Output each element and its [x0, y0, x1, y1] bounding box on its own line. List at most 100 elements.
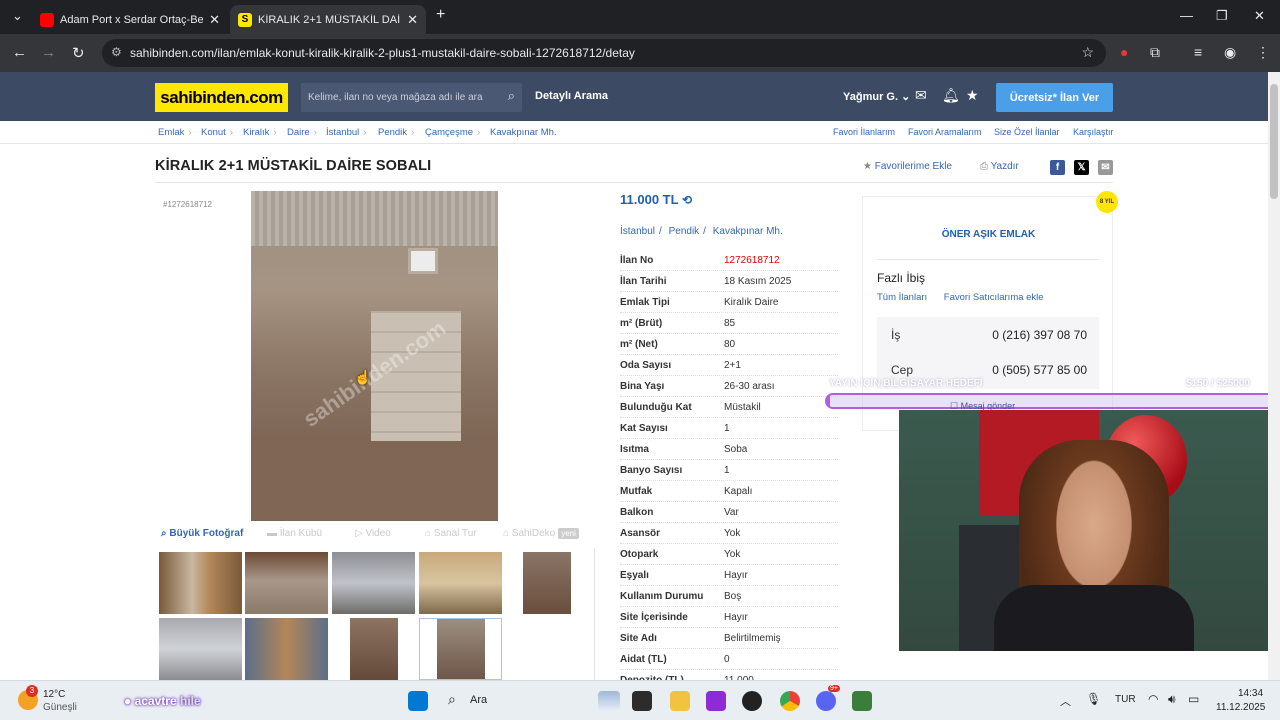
media-control-icon[interactable]: ≡	[1194, 44, 1202, 60]
big-photo-tab[interactable]: ⌕ Büyük Fotoğraf	[161, 528, 243, 539]
wifi-icon[interactable]: ◠	[1148, 692, 1158, 706]
site-info-icon[interactable]: ⚙	[111, 45, 122, 59]
favorites-star-icon[interactable]: ★	[966, 87, 979, 104]
chrome-icon[interactable]	[780, 691, 800, 711]
property-key: Site İçerisinde	[620, 612, 688, 623]
facebook-share-icon[interactable]: f	[1050, 160, 1065, 175]
user-menu[interactable]: Yağmur G. ⌄	[843, 90, 910, 103]
breadcrumb-item[interactable]: Pendik ›	[378, 127, 414, 138]
property-value: Yok	[724, 528, 741, 539]
property-row: m² (Net) 80	[620, 334, 838, 355]
compare-link[interactable]: Karşılaştır	[1073, 127, 1114, 137]
app-icon[interactable]	[852, 691, 872, 711]
reload-icon[interactable]: ↻	[72, 44, 85, 62]
tray-chevron-icon[interactable]: ︿	[1060, 693, 1071, 709]
tab-search-icon[interactable]: ⌄	[12, 8, 23, 24]
language-indicator[interactable]: TUR	[1115, 694, 1136, 705]
seller-name: Fazlı İbiş	[877, 271, 926, 285]
messages-icon[interactable]: ✉	[915, 87, 927, 104]
photo-thumbnail[interactable]	[245, 552, 328, 614]
clock-date[interactable]: 11.12.2025	[1216, 702, 1265, 713]
task-view-icon[interactable]	[632, 691, 652, 711]
all-listings-link[interactable]: Tüm İlanları	[877, 292, 927, 303]
breadcrumb-item[interactable]: İstanbul ›	[326, 127, 366, 138]
weather-temp[interactable]: 12°C	[43, 689, 65, 700]
volume-icon[interactable]: 🔊︎	[1168, 692, 1176, 707]
discord-icon[interactable]	[816, 691, 836, 711]
property-row: Bina Yaşı 26-30 arası	[620, 376, 838, 397]
photo-thumbnail-selected[interactable]	[419, 618, 502, 680]
extension-icon[interactable]: ●	[1120, 44, 1128, 60]
post-ad-button[interactable]: Ücretsiz* İlan Ver	[996, 83, 1113, 112]
page-scrollbar[interactable]	[1268, 72, 1280, 680]
x-share-icon[interactable]: 𝕏	[1074, 160, 1089, 175]
search-input[interactable]: Kelime, ilan no veya mağaza adı ile ara …	[301, 83, 522, 112]
printer-icon: ⎙	[980, 161, 988, 172]
price-history-icon[interactable]: ⟲	[682, 193, 692, 207]
bookmark-star-icon[interactable]: ☆	[1081, 44, 1094, 61]
search-icon[interactable]: ⌕	[508, 88, 515, 104]
new-tab-icon[interactable]: +	[436, 6, 445, 24]
property-row: İlan Tarihi 18 Kasım 2025	[620, 271, 838, 292]
seller-firm[interactable]: ÖNER AŞIK EMLAK	[863, 229, 1114, 240]
taskbar-search-label[interactable]: Ara	[470, 694, 487, 706]
print-button[interactable]: ⎙ Yazdır	[980, 161, 1019, 172]
breadcrumb-item[interactable]: Daire ›	[287, 127, 317, 138]
breadcrumb-item[interactable]: Çamçeşme ›	[425, 127, 480, 138]
url-field[interactable]: ⚙ sahibinden.com/ilan/emlak-konut-kirali…	[102, 39, 1106, 67]
photo-thumbnail[interactable]	[245, 618, 328, 680]
property-row: Site Adı Belirtilmemiş	[620, 628, 838, 649]
site-logo[interactable]: sahibinden.com	[155, 83, 288, 112]
email-share-icon[interactable]: ✉	[1098, 160, 1113, 175]
photo-thumbnail[interactable]	[350, 618, 398, 680]
favorite-seller-link[interactable]: Favori Satıcılarıma ekle	[944, 292, 1044, 303]
taskbar-search-icon[interactable]: ⌕	[448, 691, 456, 708]
photo-thumbnail[interactable]	[523, 552, 571, 614]
location-neighborhood[interactable]: Kavakpınar Mh.	[713, 226, 783, 237]
windows-start-icon[interactable]	[408, 691, 428, 711]
photo-thumbnail[interactable]	[159, 618, 242, 680]
seller-links: Tüm İlanları Favori Satıcılarıma ekle	[877, 292, 1058, 303]
weather-desc: Güneşli	[43, 702, 77, 713]
obs-icon[interactable]	[742, 691, 762, 711]
notifications-bell-icon[interactable]: 🔔︎	[942, 87, 960, 104]
file-explorer-icon[interactable]	[670, 691, 690, 711]
breadcrumb-item[interactable]: Kiralık ›	[243, 127, 277, 138]
breadcrumb-item[interactable]: Kavakpınar Mh.	[490, 127, 557, 138]
browser-tab-strip: ⌄ Adam Port x Serdar Ortaç-Benso ✕ S KİR…	[0, 0, 1280, 34]
widgets-icon[interactable]	[598, 691, 620, 711]
detailed-search-link[interactable]: Detaylı Arama	[535, 90, 608, 102]
close-tab-icon[interactable]: ✕	[407, 12, 418, 28]
extensions-puzzle-icon[interactable]: ⧉	[1150, 44, 1160, 61]
breadcrumb-item[interactable]: Emlak ›	[158, 127, 192, 138]
browser-menu-icon[interactable]: ⋮	[1256, 44, 1270, 61]
photo-thumbnail[interactable]	[159, 552, 242, 614]
property-value: Hayır	[724, 612, 748, 623]
tab-sahibinden[interactable]: S KİRALIK 2+1 MÜSTAKİL DAİRE SO ✕	[230, 5, 426, 34]
microphone-icon[interactable]: 🎙︎	[1086, 692, 1101, 706]
main-photo[interactable]: sahibinden.com	[251, 191, 498, 521]
app-icon[interactable]	[706, 691, 726, 711]
forward-icon[interactable]: →	[41, 44, 56, 61]
special-listings-link[interactable]: Size Özel İlanlar	[994, 127, 1060, 137]
photo-thumbnail[interactable]	[332, 552, 415, 614]
address-bar-row: ← → ↻ ⚙ sahibinden.com/ilan/emlak-konut-…	[0, 34, 1280, 72]
location-district[interactable]: Pendik	[669, 226, 700, 237]
profile-avatar-icon[interactable]: ◉	[1224, 44, 1236, 61]
close-tab-icon[interactable]: ✕	[209, 12, 220, 28]
battery-icon[interactable]: ▭	[1188, 692, 1199, 706]
maximize-icon[interactable]: ❐	[1216, 8, 1228, 24]
favorite-searches-link[interactable]: Favori Aramalarım	[908, 127, 982, 137]
goal-amount: $150 / $25000	[1186, 378, 1250, 389]
tab-youtube[interactable]: Adam Port x Serdar Ortaç-Benso ✕	[32, 5, 228, 34]
close-window-icon[interactable]: ✕	[1254, 8, 1265, 24]
photo-thumbnail[interactable]	[419, 552, 502, 614]
add-favorite-button[interactable]: ★ Favorilerime Ekle	[863, 161, 952, 172]
favorite-listings-link[interactable]: Favori İlanlarım	[833, 127, 895, 137]
minimize-icon[interactable]: —	[1180, 8, 1193, 23]
back-icon[interactable]: ←	[12, 44, 27, 61]
location-city[interactable]: İstanbul	[620, 226, 655, 237]
breadcrumb-item[interactable]: Konut ›	[201, 127, 233, 138]
clock-time[interactable]: 14:34	[1238, 688, 1263, 699]
property-value: Soba	[724, 444, 748, 455]
